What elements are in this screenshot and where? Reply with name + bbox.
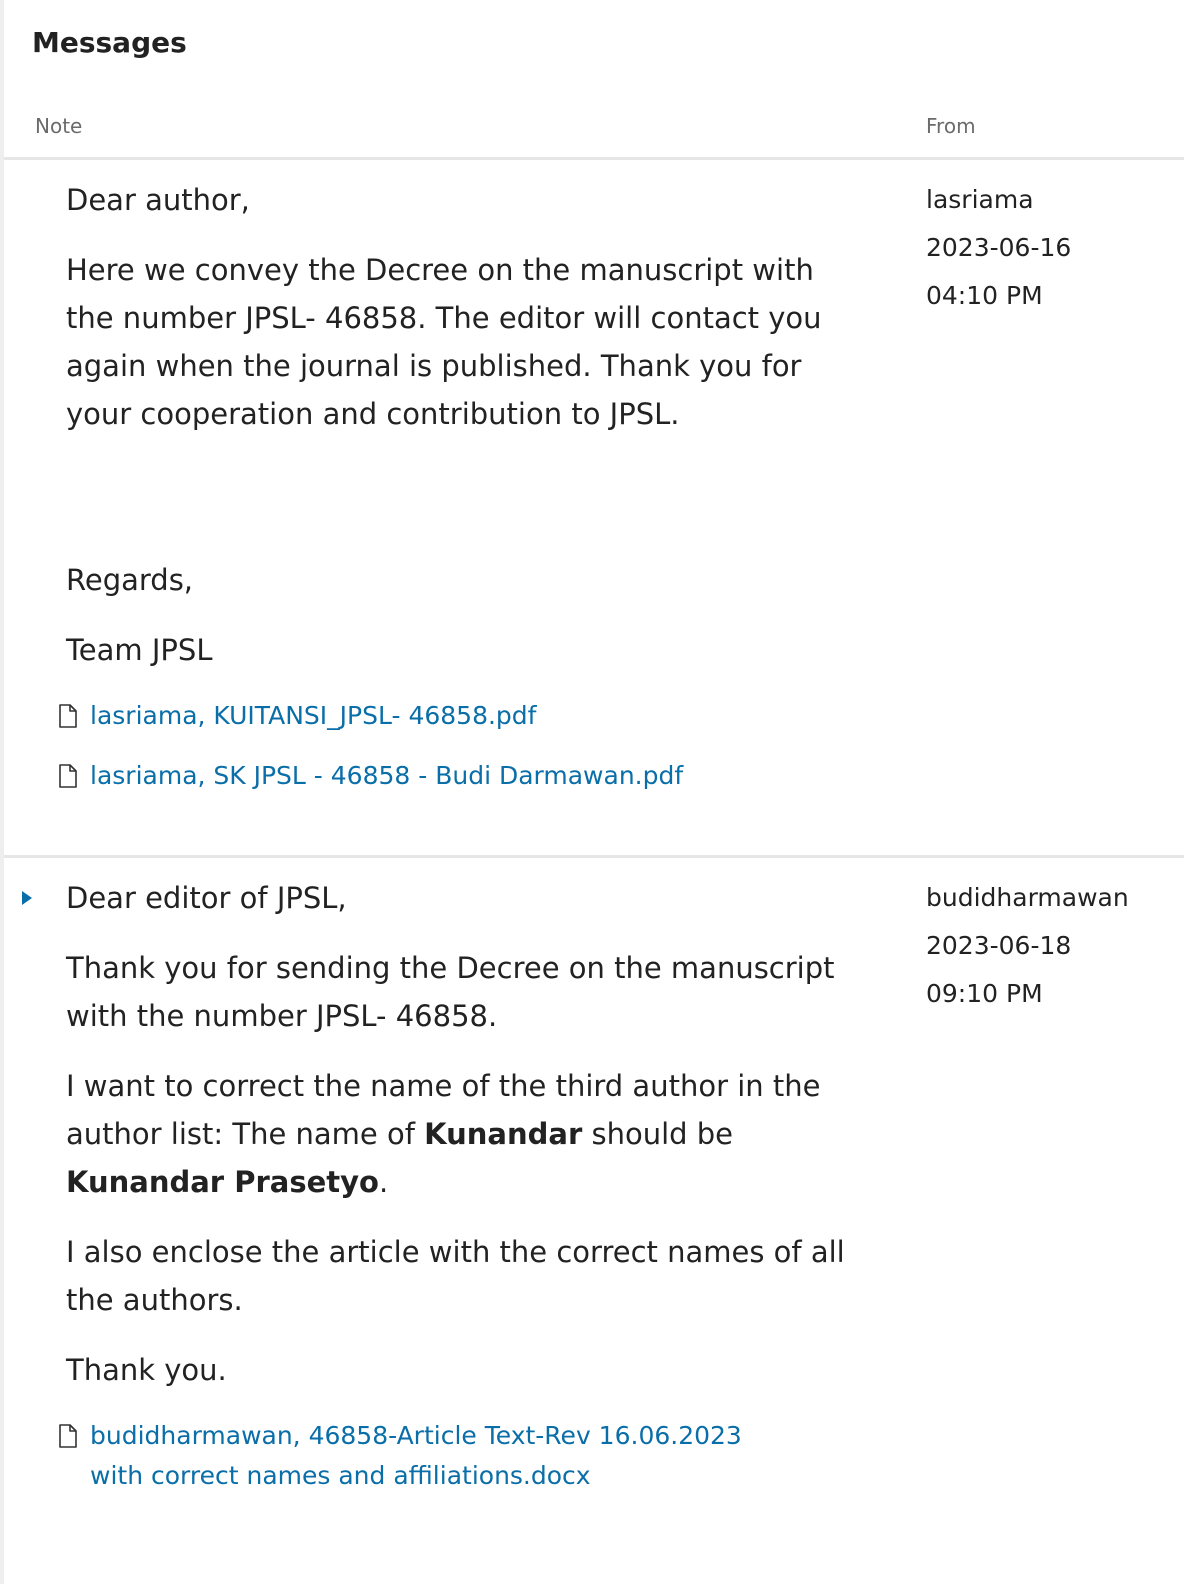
message-from: budidharmawan 2023-06-18 09:10 PM xyxy=(926,874,1129,1018)
message-paragraph: Here we convey the Decree on the manuscr… xyxy=(66,253,822,431)
attachment-link[interactable]: budidharmawan, 46858-Article Text-Rev 16… xyxy=(59,1416,866,1496)
bold-name: Kunandar Prasetyo xyxy=(66,1165,379,1199)
header-divider xyxy=(4,157,1184,160)
file-icon xyxy=(59,764,77,788)
file-icon xyxy=(59,1424,77,1448)
bold-name: Kunandar xyxy=(424,1117,583,1151)
message-body: Dear author, Here we convey the Decree o… xyxy=(59,176,866,816)
message-time: 04:10 PM xyxy=(926,281,1043,310)
column-header-from[interactable]: From xyxy=(926,114,976,138)
message-greeting: Dear editor of JPSL, xyxy=(66,881,347,915)
message-paragraph: Thank you for sending the Decree on the … xyxy=(66,951,835,1033)
expand-triangle-icon[interactable] xyxy=(22,891,32,905)
empty-paragraph xyxy=(66,460,866,556)
message-date: 2023-06-18 xyxy=(926,931,1072,960)
message-time: 09:10 PM xyxy=(926,979,1043,1008)
attachment-filename[interactable]: lasriama, KUITANSI_JPSL- 46858.pdf xyxy=(90,696,536,736)
attachment-filename[interactable]: budidharmawan, 46858-Article Text-Rev 16… xyxy=(90,1416,770,1496)
message-paragraph: Thank you. xyxy=(66,1353,227,1387)
panel-title: Messages xyxy=(32,26,187,59)
message-from: lasriama 2023-06-16 04:10 PM xyxy=(926,176,1071,320)
column-header-note[interactable]: Note xyxy=(35,114,82,138)
attachment-link[interactable]: lasriama, SK JPSL - 46858 - Budi Darmawa… xyxy=(59,756,866,796)
row-divider xyxy=(4,855,1184,858)
text-span: should be xyxy=(582,1117,734,1151)
message-paragraph: I want to correct the name of the third … xyxy=(66,1062,866,1206)
attachment-link[interactable]: lasriama, KUITANSI_JPSL- 46858.pdf xyxy=(59,696,866,736)
file-icon xyxy=(59,704,77,728)
message-paragraph: I also enclose the article with the corr… xyxy=(66,1235,845,1317)
attachment-filename[interactable]: lasriama, SK JPSL - 46858 - Budi Darmawa… xyxy=(90,756,683,796)
message-date: 2023-06-16 xyxy=(926,233,1072,262)
message-paragraph: Team JPSL xyxy=(66,633,213,667)
sender-name: lasriama xyxy=(926,185,1034,214)
messages-panel: Messages Note From Dear author, Here we … xyxy=(0,0,1184,1584)
message-paragraph: Regards, xyxy=(66,563,194,597)
sender-name: budidharmawan xyxy=(926,883,1129,912)
text-span: . xyxy=(378,1165,389,1199)
message-greeting: Dear author, xyxy=(66,183,250,217)
message-body: Dear editor of JPSL, Thank you for sendi… xyxy=(59,874,866,1516)
panel-left-border xyxy=(0,0,4,1584)
